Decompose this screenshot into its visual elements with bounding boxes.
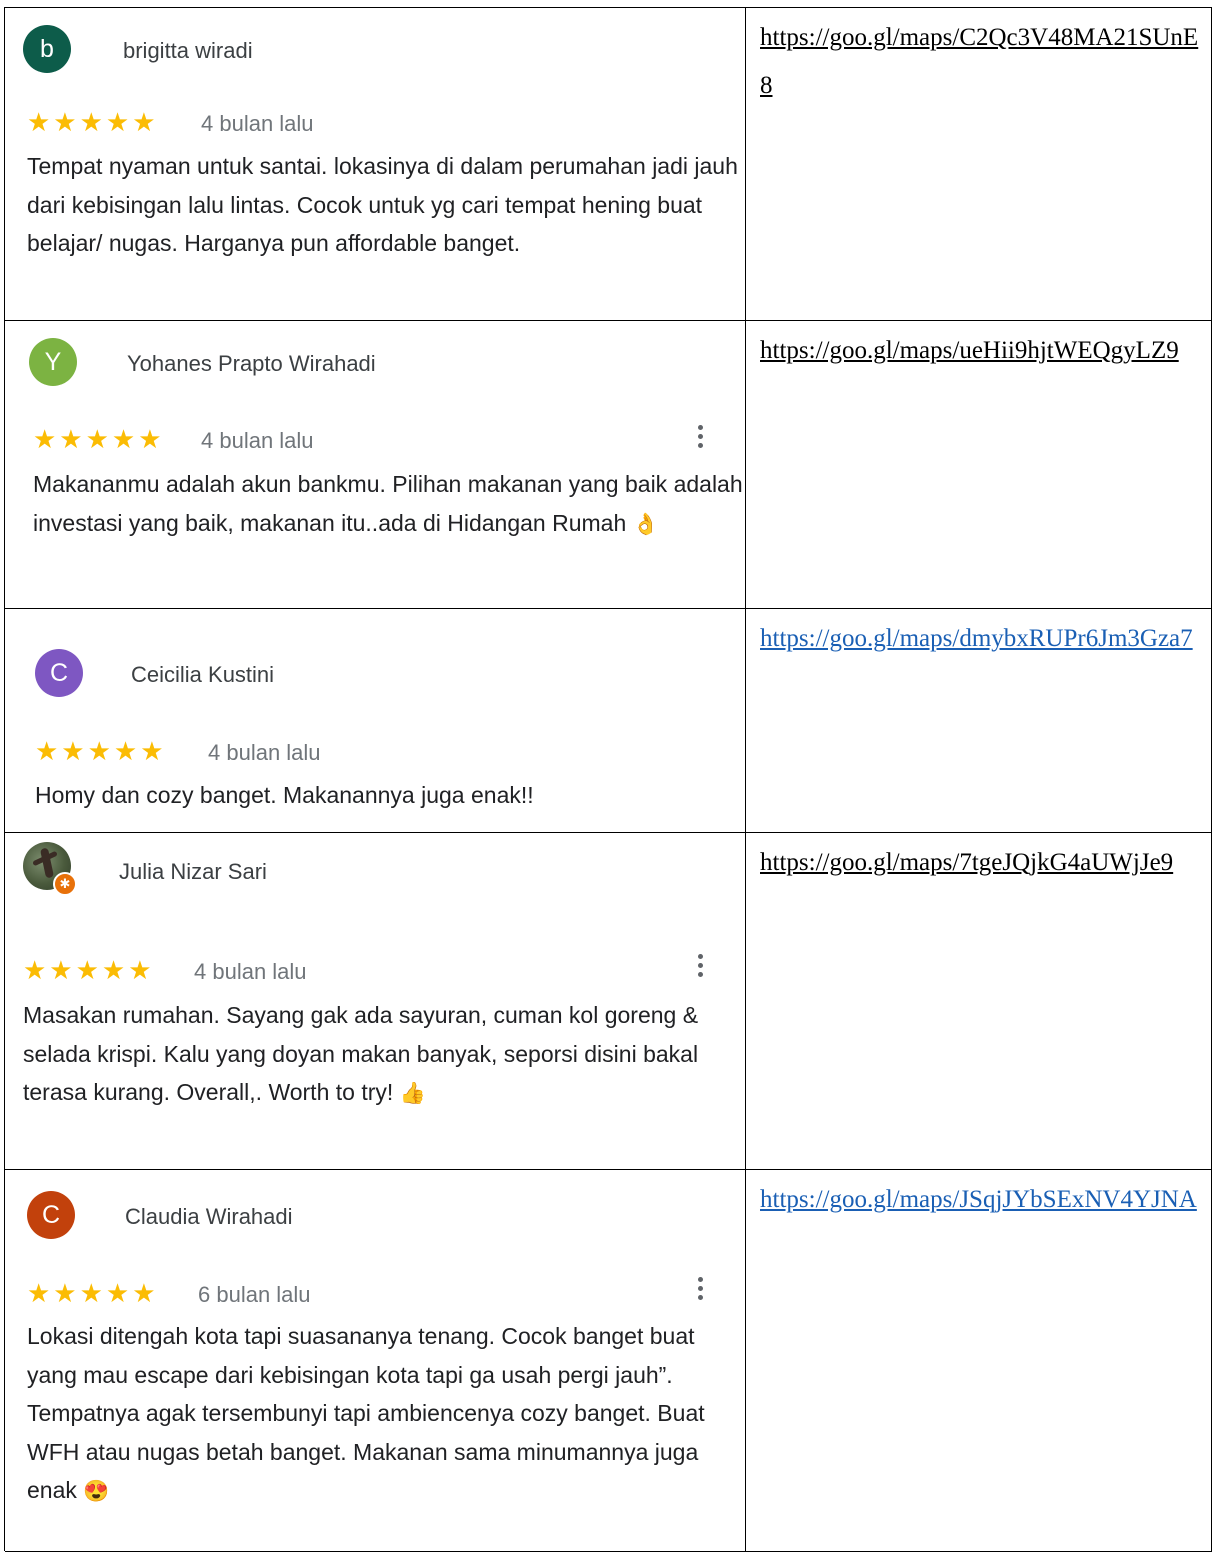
star-rating: ★★★★★ [23,955,155,985]
review-time: 4 bulan lalu [201,111,314,136]
review-cell: C Claudia Wirahadi ★★★★★ 6 bulan lalu Lo… [5,1170,746,1551]
link-cell: https://goo.gl/maps/ueHii9hjtWEQgyLZ9 [746,321,1212,608]
star-rating: ★★★★★ [35,736,167,766]
review-card: b brigitta wiradi ★★★★★ 4 bulan lalu Tem… [5,8,745,320]
review-time: 4 bulan lalu [194,959,307,984]
review-cell: b brigitta wiradi ★★★★★ 4 bulan lalu Tem… [5,8,746,320]
review-body: Masakan rumahan. Sayang gak ada sayuran,… [23,1002,699,1105]
review-body: Homy dan cozy banget. Makanannya juga en… [35,782,534,808]
thumbs-up-emoji-icon: 👍 [399,1082,426,1105]
reviewer-name[interactable]: Ceicilia Kustini [131,662,274,688]
reviews-table: b brigitta wiradi ★★★★★ 4 bulan lalu Tem… [4,7,1212,1552]
table-row: Y Yohanes Prapto Wirahadi ★★★★★ 4 bulan … [5,321,1212,609]
avatar[interactable]: b [23,25,71,73]
review-card: Y Yohanes Prapto Wirahadi ★★★★★ 4 bulan … [5,321,745,608]
review-card: ✱ Julia Nizar Sari ★★★★★ 4 bulan lalu Ma… [5,833,745,1169]
review-text: Tempat nyaman untuk santai. lokasinya di… [27,147,742,263]
heart-eyes-emoji-icon: 😍 [83,1480,110,1503]
review-body: Tempat nyaman untuk santai. lokasinya di… [27,153,738,256]
more-options-icon[interactable] [698,425,704,448]
review-text: Makananmu adalah akun bankmu. Pilihan ma… [33,465,748,544]
table-row: C Claudia Wirahadi ★★★★★ 6 bulan lalu Lo… [5,1170,1212,1552]
maps-link[interactable]: https://goo.gl/maps/JSqjJYbSExNV4YJNA [760,1176,1200,1224]
maps-link[interactable]: https://goo.gl/maps/ueHii9hjtWEQgyLZ9 [760,327,1200,375]
reviewer-name[interactable]: brigitta wiradi [123,38,253,64]
link-cell: https://goo.gl/maps/JSqjJYbSExNV4YJNA [746,1170,1212,1551]
link-cell: https://goo.gl/maps/7tgeJQjkG4aUWjJe9 [746,833,1212,1169]
avatar-initial: C [49,658,69,687]
review-text: Lokasi ditengah kota tapi suasananya ten… [27,1317,742,1512]
more-options-icon[interactable] [698,1277,704,1300]
reviewer-name[interactable]: Julia Nizar Sari [119,859,267,885]
avatar-initial: Y [44,347,62,376]
star-rating: ★★★★★ [27,107,159,137]
reviewer-name[interactable]: Yohanes Prapto Wirahadi [127,351,376,377]
link-cell: https://goo.gl/maps/dmybxRUPr6Jm3Gza7 [746,609,1212,832]
table-row: C Ceicilia Kustini ★★★★★ 4 bulan lalu Ho… [5,609,1212,833]
maps-link[interactable]: https://goo.gl/maps/7tgeJQjkG4aUWjJe9 [760,839,1200,887]
review-cell: Y Yohanes Prapto Wirahadi ★★★★★ 4 bulan … [5,321,746,608]
reviewer-name[interactable]: Claudia Wirahadi [125,1204,293,1230]
avatar-initial: C [41,1200,61,1229]
review-time: 4 bulan lalu [201,428,314,453]
ok-hand-emoji-icon: 👌 [632,512,659,536]
review-card: C Claudia Wirahadi ★★★★★ 6 bulan lalu Lo… [5,1170,745,1551]
star-rating: ★★★★★ [33,424,165,454]
review-body: Lokasi ditengah kota tapi suasananya ten… [27,1323,705,1503]
review-text: Masakan rumahan. Sayang gak ada sayuran,… [23,996,738,1114]
maps-link[interactable]: https://goo.gl/maps/dmybxRUPr6Jm3Gza7 [760,615,1200,663]
more-options-icon[interactable] [698,954,704,977]
table-row: ✱ Julia Nizar Sari ★★★★★ 4 bulan lalu Ma… [5,833,1212,1170]
avatar[interactable]: Y [29,338,77,386]
avatar[interactable]: C [35,649,83,697]
link-cell: https://goo.gl/maps/C2Qc3V48MA21SUnE8 [746,8,1212,320]
review-time: 6 bulan lalu [198,1282,311,1307]
review-text: Homy dan cozy banget. Makanannya juga en… [35,776,750,815]
avatar-initial: b [40,34,54,63]
star-rating: ★★★★★ [27,1278,159,1308]
local-guide-badge-icon: ✱ [53,872,77,896]
avatar[interactable]: C [27,1191,75,1239]
review-cell: C Ceicilia Kustini ★★★★★ 4 bulan lalu Ho… [5,609,746,832]
review-cell: ✱ Julia Nizar Sari ★★★★★ 4 bulan lalu Ma… [5,833,746,1169]
table-row: b brigitta wiradi ★★★★★ 4 bulan lalu Tem… [5,8,1212,321]
review-card: C Ceicilia Kustini ★★★★★ 4 bulan lalu Ho… [5,609,745,832]
review-time: 4 bulan lalu [208,740,321,765]
maps-link[interactable]: https://goo.gl/maps/C2Qc3V48MA21SUnE8 [760,14,1200,110]
avatar[interactable]: ✱ [23,842,77,896]
